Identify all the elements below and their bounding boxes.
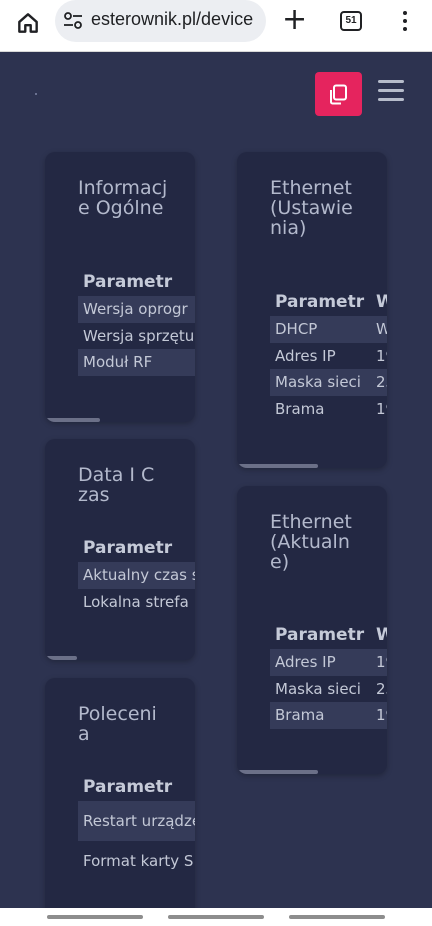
column-header-value: W [376,292,387,312]
card-title: Polecenia [78,703,157,745]
address-bar[interactable]: esterownik.pl/device [55,0,266,42]
cell-param: Maska sieci [275,679,361,698]
ethernet-settings-table: Parametr W DHCP W Adres IP 19 Maska sieci 25… [270,288,387,422]
horizontal-scrollbar[interactable] [237,464,318,468]
table-row: Lokalna strefa [83,592,189,611]
hamburger-menu-icon[interactable] [378,80,404,104]
command-format-sd[interactable]: Format karty S [78,841,195,881]
cell-param: Adres IP [275,653,336,671]
table-row: Aktualny czas s [78,562,195,589]
horizontal-scrollbar[interactable] [45,418,100,422]
table-row: Adres IP 19 [270,343,387,370]
table-header-row: Parametr W [270,288,387,316]
table-row: DHCP W [270,316,387,343]
column-header-parameter: Parametr [275,625,365,645]
nav-gesture-left[interactable] [47,915,143,919]
cell-param: Brama [275,706,325,724]
cell-param: Brama [275,399,325,418]
card-ethernet-current: Ethernet (Aktualne) Parametr W Adres IP 19… [237,486,387,774]
horizontal-scrollbar[interactable] [45,656,77,660]
new-tab-icon[interactable]: + [282,5,307,35]
column-header-parameter: Parametr [83,538,173,558]
column-header-parameter: Parametr [83,272,173,292]
table-row: Moduł RF [78,349,195,376]
table-row: Brama 19 [270,396,387,423]
column-header-value: W [376,625,387,645]
card-commands: Polecenia Parametr Restart urządze Forma… [45,678,195,918]
tab-switcher-button[interactable]: 51 [340,11,362,31]
table-row: Brama 19 [270,702,387,729]
home-icon[interactable] [15,10,41,36]
card-title: Ethernet (Aktualne) [270,511,352,573]
cell-param: Adres IP [275,346,336,365]
site-settings-icon[interactable] [63,11,83,31]
cell-value: 19 [376,706,387,724]
table-header-row: Parametr W [270,621,387,649]
commands-table: Parametr Restart urządze Format karty S [78,773,195,881]
table-row: Maska sieci 25 [270,369,387,396]
card-general-info: Informacje Ogólne Parametr Wersja oprogr… [45,152,195,422]
card-ethernet-settings: Ethernet (Ustawienia) Parametr W DHCP W Ad… [237,152,387,468]
card-title: Informacje Ogólne [78,177,168,219]
copy-icon [330,84,347,105]
ethernet-current-table: Parametr W Adres IP 19 Maska sieci 25 Brama… [270,621,387,729]
table-row: Wersja oprogr [78,296,195,323]
card-title: Data I Czas [78,464,155,506]
datetime-table: Parametr Aktualny czas s Lokalna strefa [78,534,195,615]
browser-menu-icon[interactable] [395,9,415,33]
column-header-parameter: Parametr [275,292,365,312]
info-table: Parametr Wersja oprogr Wersja sprzętu Mo… [78,268,195,376]
cell-param: Maska sieci [275,373,361,391]
table-row: Adres IP 19 [270,649,387,676]
nav-gesture-right[interactable] [289,915,385,919]
card-date-time: Data I Czas Parametr Aktualny czas s Lok… [45,439,195,660]
table-row: Maska sieci 25 [270,676,387,703]
column-header-parameter: Parametr [83,777,173,797]
card-title: Ethernet (Ustawienia) [270,177,353,239]
command-restart[interactable]: Restart urządze [78,801,195,841]
cell-value: 19 [376,399,387,418]
cell-param: DHCP [275,320,318,338]
cell-value: W [376,320,387,338]
system-nav-bar [0,908,432,926]
browser-toolbar: esterownik.pl/device + 51 [0,0,432,52]
cell-value: 25 [376,373,387,391]
horizontal-scrollbar[interactable] [237,770,318,774]
url-text: esterownik.pl/device [91,9,254,29]
cell-value: 19 [376,653,387,671]
table-row: Wersja sprzętu [83,326,195,345]
cell-value: 25 [376,679,387,698]
logo-mark [35,93,37,95]
cell-value: 19 [376,346,387,365]
copy-button[interactable] [315,72,362,116]
nav-gesture-center[interactable] [168,915,264,919]
